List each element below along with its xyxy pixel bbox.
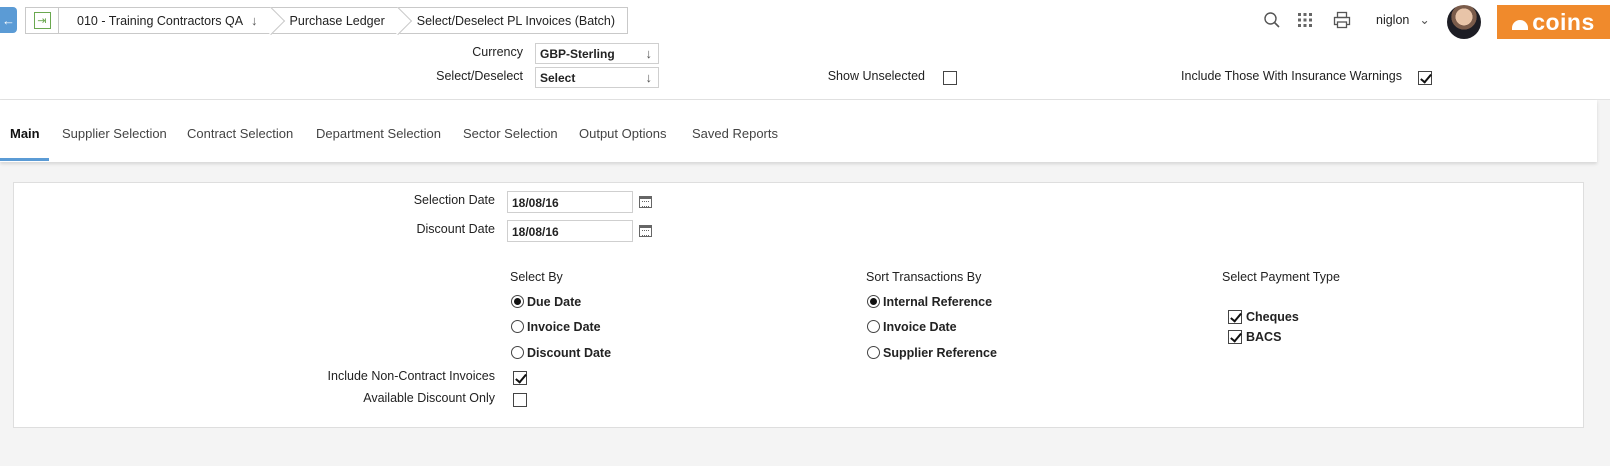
tab-main[interactable]: Main [10, 126, 40, 141]
select-deselect-select[interactable]: Select ↓ [535, 67, 659, 88]
user-menu[interactable]: niglon ⌄ [1376, 12, 1430, 27]
cheques-checkbox[interactable] [1228, 310, 1242, 324]
select-deselect-label: Select/Deselect [436, 69, 523, 83]
insurance-warnings-checkbox[interactable] [1418, 71, 1432, 85]
arrow-down-icon[interactable]: ↓ [251, 13, 258, 28]
sort-invoice-date-radio[interactable] [867, 320, 880, 333]
active-tab-indicator [0, 158, 49, 161]
select-by-due-date-radio[interactable] [511, 295, 524, 308]
non-contract-label: Include Non-Contract Invoices [327, 369, 495, 383]
available-discount-checkbox[interactable] [513, 393, 527, 407]
tab-department-selection[interactable]: Department Selection [316, 126, 441, 141]
breadcrumb-company-label: 010 - Training Contractors QA [77, 13, 244, 28]
top-bar: ← ⇥ 010 - Training Contractors QA ↓ Purc… [0, 0, 1610, 100]
select-by-title: Select By [510, 270, 563, 284]
select-by-invoice-date-radio[interactable] [511, 320, 524, 333]
sort-internal-reference-radio[interactable] [867, 295, 880, 308]
username: niglon [1376, 13, 1410, 27]
bacs-label: BACS [1246, 330, 1282, 344]
sort-invoice-date-label: Invoice Date [883, 320, 957, 334]
tab-supplier-selection[interactable]: Supplier Selection [62, 126, 167, 141]
discount-date-label: Discount Date [416, 222, 495, 236]
back-arrow-icon[interactable]: ← [0, 7, 17, 33]
breadcrumb-company[interactable]: 010 - Training Contractors QA ↓ [59, 7, 272, 34]
sort-supplier-reference-radio[interactable] [867, 346, 880, 359]
non-contract-checkbox[interactable] [513, 371, 527, 385]
show-unselected-checkbox[interactable] [943, 71, 957, 85]
selection-date-label: Selection Date [413, 193, 495, 207]
bacs-checkbox[interactable] [1228, 330, 1242, 344]
avatar[interactable] [1447, 5, 1481, 39]
print-icon[interactable] [1333, 8, 1351, 32]
apps-grid-icon[interactable] [1297, 8, 1313, 32]
breadcrumb: ⇥ 010 - Training Contractors QA ↓ Purcha… [25, 7, 628, 34]
select-by-discount-date-radio[interactable] [511, 346, 524, 359]
arrow-down-icon: ↓ [645, 46, 653, 61]
chevron-down-icon: ⌄ [1419, 13, 1430, 27]
tab-bar: Main Supplier Selection Contract Selecti… [0, 100, 1597, 162]
sort-internal-reference-label: Internal Reference [883, 295, 993, 309]
tab-output-options[interactable]: Output Options [579, 126, 666, 141]
payment-type-title: Select Payment Type [1222, 270, 1340, 284]
arrow-down-icon: ↓ [645, 70, 653, 85]
show-unselected-label: Show Unselected [827, 69, 925, 83]
main-panel [13, 182, 1584, 428]
calendar-icon[interactable] [639, 196, 652, 208]
tab-sector-selection[interactable]: Sector Selection [463, 126, 558, 141]
breadcrumb-module-label: Purchase Ledger [289, 13, 385, 28]
sort-supplier-reference-label: Supplier Reference [883, 346, 997, 360]
currency-value: GBP-Sterling [540, 47, 615, 61]
tab-contract-selection[interactable]: Contract Selection [187, 126, 293, 141]
select-by-due-date-label: Due Date [527, 295, 582, 309]
enter-icon: ⇥ [33, 12, 51, 29]
available-discount-label: Available Discount Only [363, 391, 495, 405]
search-icon[interactable] [1263, 8, 1281, 32]
calendar-icon[interactable] [639, 225, 652, 237]
currency-select[interactable]: GBP-Sterling ↓ [535, 43, 659, 64]
select-by-discount-date-label: Discount Date [527, 346, 612, 360]
selection-date-input[interactable]: 18/08/16 [507, 191, 633, 213]
breadcrumb-module[interactable]: Purchase Ledger [271, 7, 399, 34]
logo-mark-icon [1512, 19, 1529, 30]
logo-text: coins [1532, 8, 1595, 35]
sort-by-title: Sort Transactions By [866, 270, 982, 284]
home-crumb[interactable]: ⇥ [25, 7, 59, 34]
discount-date-input[interactable]: 18/08/16 [507, 220, 633, 242]
tab-saved-reports[interactable]: Saved Reports [692, 126, 778, 141]
cheques-label: Cheques [1246, 310, 1299, 324]
select-by-invoice-date-label: Invoice Date [527, 320, 601, 334]
breadcrumb-page-label: Select/Deselect PL Invoices (Batch) [416, 13, 615, 28]
select-deselect-value: Select [540, 71, 576, 85]
currency-label: Currency [472, 45, 523, 59]
breadcrumb-page: Select/Deselect PL Invoices (Batch) [398, 7, 628, 34]
insurance-warnings-label: Include Those With Insurance Warnings [1181, 69, 1402, 83]
coins-logo: coins [1497, 5, 1610, 39]
